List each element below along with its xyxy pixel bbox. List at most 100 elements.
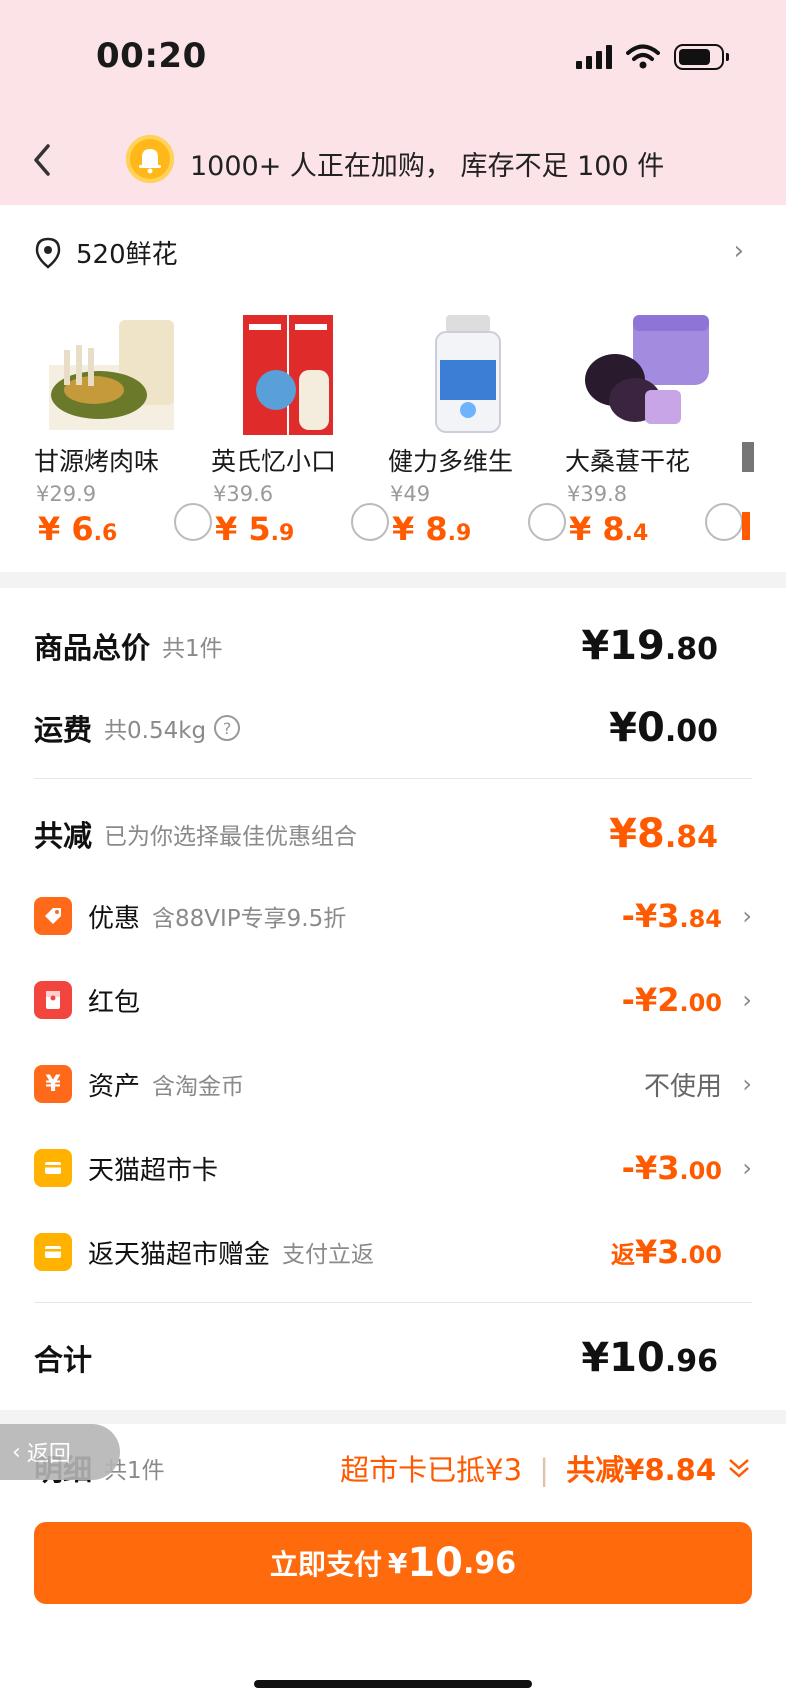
product-original-price: ¥39.6 (213, 482, 274, 506)
chevron-right-icon: › (742, 986, 752, 1014)
total-amount: ¥10.96 (581, 1335, 718, 1381)
tag-icon (34, 897, 72, 935)
product-price: ¥ 8.9 (392, 510, 472, 548)
supermarket-card-label: 天猫超市卡 (88, 1155, 219, 1186)
product-price: ¥ 5.9 (215, 510, 295, 548)
cashback-label: 返天猫超市赠金 (88, 1239, 271, 1270)
checkout-page: 00:20 1000+ 人正在加购， 库存不足 100 件 520鲜花 › 甘源… (0, 0, 786, 1704)
shipping-row: 运费 共0.54kg ? ¥0.00 (34, 705, 752, 751)
divider (34, 778, 752, 779)
product-price: ¥ 6.6 (38, 510, 118, 548)
product-select-radio[interactable] (174, 503, 212, 541)
product-image (49, 320, 174, 430)
assets-row[interactable]: ¥ 资产 含淘金币 不使用 › (34, 1064, 752, 1104)
float-back-label: 返回 (26, 1442, 71, 1467)
coupon-label: 优惠 (88, 903, 141, 934)
double-chevron-down-icon[interactable] (726, 1455, 752, 1481)
detail-row[interactable]: 明细 共1件 超市卡已抵¥3 | 共减¥8.84 (34, 1446, 752, 1490)
supermarket-card-amount: -¥3.00 (621, 1149, 722, 1187)
discount-amount: ¥8.84 (609, 811, 718, 857)
shipping-label: 运费 (34, 713, 93, 747)
section-divider (0, 572, 786, 588)
product-card[interactable]: 甘源烤肉味 ¥29.9 ¥ 6.6 (34, 300, 212, 548)
cashback-row: 返天猫超市赠金 支付立返 返¥3.00 (34, 1232, 752, 1272)
divider (34, 1302, 752, 1303)
discount-label: 共减 (34, 819, 93, 853)
product-select-radio[interactable] (705, 503, 743, 541)
product-name: 英氏忆小口 (211, 447, 337, 476)
red-packet-icon (34, 981, 72, 1019)
pay-int: 10 (407, 1540, 463, 1586)
stock-notice: 1000+ 人正在加购， 库存不足 100 件 (190, 151, 665, 182)
goods-total-label: 商品总价 (34, 631, 151, 665)
wifi-icon (626, 44, 660, 69)
address-name: 520鲜花 (76, 240, 178, 270)
pay-now-button[interactable]: 立即支付 ¥ 10 .96 (34, 1522, 752, 1604)
product-select-radio[interactable] (528, 503, 566, 541)
product-original-price: ¥29.9 (36, 482, 97, 506)
product-card[interactable]: 健力多维生 ¥49 ¥ 8.9 (388, 300, 566, 548)
cashback-amount: 返¥3.00 (610, 1233, 722, 1271)
bell-icon (126, 135, 174, 183)
goods-total-row: 商品总价 共1件 ¥19.80 (34, 623, 752, 669)
product-image (435, 315, 501, 433)
product-name: 大桑葚干花 (565, 447, 691, 476)
float-back-button[interactable]: ‹ 返回 (0, 1424, 120, 1480)
pay-dec: .96 (463, 1545, 517, 1581)
product-original-price: ¥49 (390, 482, 431, 506)
detail-summary: 超市卡已抵¥3 | 共减¥8.84 (340, 1453, 716, 1487)
cashback-desc: 支付立返 (282, 1242, 375, 1268)
system-icons (576, 44, 729, 70)
card-icon (34, 1233, 72, 1271)
chevron-right-icon: › (742, 1070, 752, 1098)
assets-desc: 含淘金币 (152, 1074, 245, 1100)
section-divider (0, 1410, 786, 1424)
discount-total-row: 共减 已为你选择最佳优惠组合 ¥8.84 (34, 811, 752, 857)
home-indicator[interactable] (254, 1680, 532, 1688)
coupon-row[interactable]: 优惠 含88VIP专享9.5折 -¥3.84 › (34, 896, 752, 936)
shipping-amount: ¥0.00 (609, 705, 718, 751)
red-packet-row[interactable]: 红包 -¥2.00 › (34, 980, 752, 1020)
pay-symbol: ¥ (387, 1546, 408, 1580)
detail-discount-text: 共减¥8.84 (566, 1453, 716, 1487)
shipping-weight: 共0.54kg (104, 718, 207, 744)
card-deduct-text: 超市卡已抵¥3 (340, 1453, 523, 1487)
coupon-amount: -¥3.84 (621, 897, 722, 935)
product-name: 甘源烤肉味 (34, 447, 160, 476)
product-name: 健力多维生 (388, 447, 514, 476)
card-icon (34, 1149, 72, 1187)
location-pin-icon (35, 237, 61, 269)
recommended-products: 甘源烤肉味 ¥29.9 ¥ 6.6 英氏忆小口 ¥39.6 ¥ 5.9 健力多维… (0, 300, 786, 560)
chevron-right-icon[interactable]: › (734, 236, 744, 266)
assets-status: 不使用 (643, 1071, 722, 1102)
help-icon[interactable]: ? (214, 715, 241, 741)
supermarket-card-row[interactable]: 天猫超市卡 -¥3.00 › (34, 1148, 752, 1188)
product-card-partial[interactable] (742, 300, 786, 545)
goods-count: 共1件 (162, 636, 223, 662)
product-card[interactable]: 英氏忆小口 ¥39.6 ¥ 5.9 (211, 300, 389, 548)
product-image (585, 315, 709, 424)
product-image (243, 315, 333, 435)
product-price: ¥ 8.4 (569, 510, 649, 548)
assets-label: 资产 (88, 1071, 141, 1102)
header-area: 00:20 1000+ 人正在加购， 库存不足 100 件 (0, 0, 786, 205)
signal-icon (576, 45, 612, 69)
discount-desc: 已为你选择最佳优惠组合 (104, 824, 358, 850)
battery-icon (674, 44, 729, 70)
back-arrow-icon[interactable] (28, 142, 58, 178)
total-row: 合计 ¥10.96 (34, 1335, 752, 1381)
red-packet-label: 红包 (88, 987, 141, 1018)
chevron-right-icon: › (742, 902, 752, 930)
coupon-desc: 含88VIP专享9.5折 (152, 906, 347, 932)
red-packet-amount: -¥2.00 (621, 981, 722, 1019)
chevron-right-icon: › (742, 1154, 752, 1182)
chevron-left-icon: ‹ (12, 1439, 21, 1465)
total-label: 合计 (34, 1343, 93, 1377)
product-card[interactable]: 大桑葚干花 ¥39.8 ¥ 8.4 (565, 300, 743, 548)
coin-icon: ¥ (34, 1065, 72, 1103)
address-row[interactable]: 520鲜花 (34, 234, 178, 271)
status-time: 00:20 (96, 36, 207, 76)
pay-label: 立即支付 (269, 1548, 382, 1581)
goods-total-amount: ¥19.80 (581, 623, 718, 669)
product-select-radio[interactable] (351, 503, 389, 541)
